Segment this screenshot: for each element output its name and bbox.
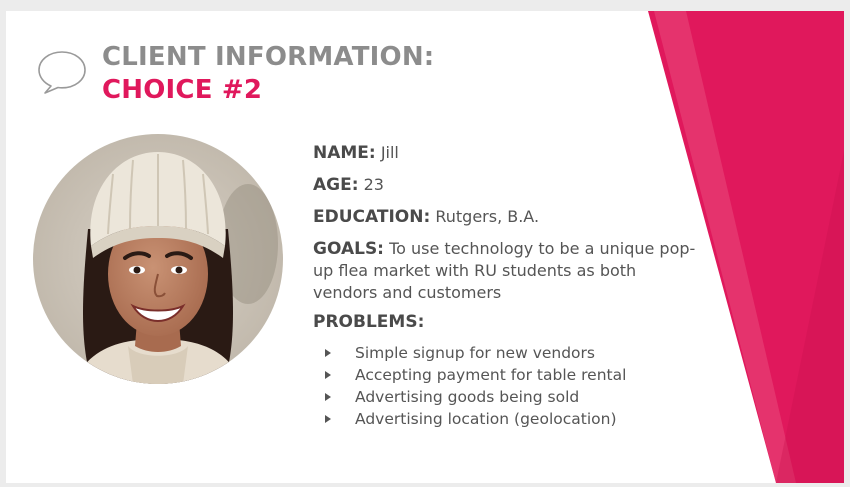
bullet-arrow-icon — [325, 349, 331, 357]
slide-subtitle: CHOICE #2 — [102, 75, 263, 105]
list-item: Simple signup for new vendors — [325, 342, 698, 364]
problem-text: Simple signup for new vendors — [355, 344, 595, 362]
bullet-arrow-icon — [325, 415, 331, 423]
education-value: Rutgers, B.A. — [435, 207, 540, 226]
client-photo — [33, 134, 283, 384]
age-label: AGE: — [313, 175, 359, 195]
problem-text: Accepting payment for table rental — [355, 366, 627, 384]
age-value: 23 — [363, 175, 384, 194]
problem-text: Advertising location (geolocation) — [355, 410, 617, 428]
list-item: Advertising location (geolocation) — [325, 408, 698, 430]
slide-viewport: CLIENT INFORMATION: CHOICE #2 NAME: Jill… — [0, 0, 850, 487]
list-item: Advertising goods being sold — [325, 386, 698, 408]
name-row: NAME: Jill — [313, 142, 698, 164]
problems-list: Simple signup for new vendors Accepting … — [313, 342, 698, 430]
education-label: EDUCATION: — [313, 207, 431, 227]
slide: CLIENT INFORMATION: CHOICE #2 NAME: Jill… — [6, 11, 844, 483]
name-label: NAME: — [313, 143, 376, 163]
slide-title: CLIENT INFORMATION: — [102, 42, 435, 72]
goals-label: GOALS: — [313, 239, 384, 259]
name-value: Jill — [380, 143, 399, 162]
client-info: NAME: Jill AGE: 23 EDUCATION: Rutgers, B… — [313, 142, 698, 430]
age-row: AGE: 23 — [313, 174, 698, 196]
bullet-arrow-icon — [325, 371, 331, 379]
speech-bubble-icon — [38, 51, 86, 94]
list-item: Accepting payment for table rental — [325, 364, 698, 386]
education-row: EDUCATION: Rutgers, B.A. — [313, 206, 698, 228]
problem-text: Advertising goods being sold — [355, 388, 580, 406]
bullet-arrow-icon — [325, 393, 331, 401]
problems-label: PROBLEMS: — [313, 312, 425, 332]
goals-row: GOALS: To use technology to be a unique … — [313, 238, 698, 304]
